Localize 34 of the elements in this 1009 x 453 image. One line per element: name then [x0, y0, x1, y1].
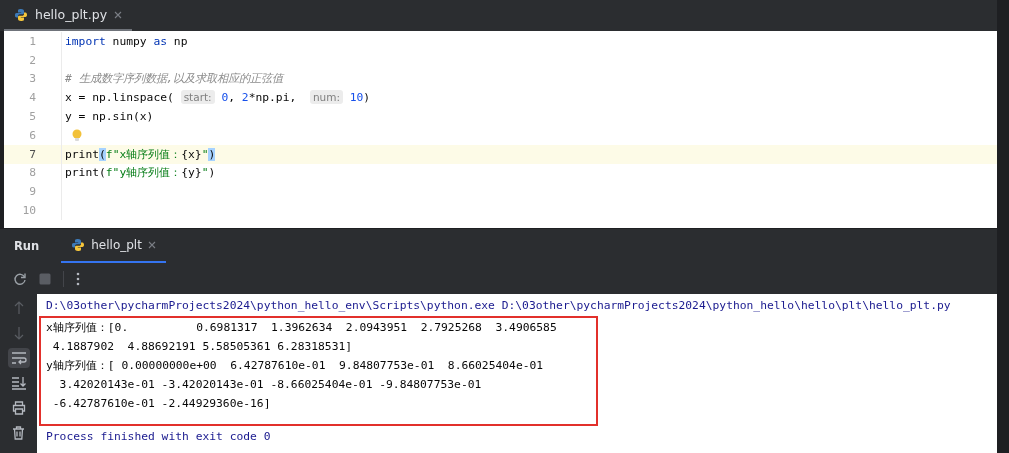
line-number: 4: [28, 91, 36, 105]
console-output-line: -6.42787610e-01 -2.44929360e-16]: [51, 396, 272, 412]
code-line: print(f"x轴序列值：{x}"): [64, 146, 216, 162]
trash-icon[interactable]: [12, 426, 25, 440]
close-icon[interactable]: [147, 241, 156, 249]
rerun-icon[interactable]: [13, 271, 27, 286]
code-line: # 生成数字序列数据,以及求取相应的正弦值: [64, 71, 284, 87]
line-number: 9: [28, 185, 36, 199]
console-exit-message: Process finished with exit code 0: [46, 429, 272, 445]
scroll-to-end-icon[interactable]: [10, 376, 27, 390]
code-line: x = np.linspace( start: 0, 2*np.pi, num: 10): [64, 91, 371, 105]
panel-title: Run: [14, 239, 40, 253]
run-tab[interactable]: hello_plt: [61, 229, 166, 263]
console-command: D:\03other\pycharmProjects2024\python_hello_env\Scripts\python.exe D:\03other\pycharmProjects2024\python_hello\hello\plt\hello_plt.py: [46, 298, 952, 314]
console-output-line: y轴序列值：[ 0.00000000e+00 6.42787610e-01 9.84807753e-01 8.66025404e-01: [46, 358, 545, 374]
close-icon[interactable]: [114, 10, 123, 19]
line-number: 3: [28, 72, 36, 86]
line-number: 6: [28, 128, 36, 142]
code-line: y = np.sin(x): [64, 110, 154, 124]
code-line: import numpy as np: [64, 34, 188, 48]
line-number: 8: [28, 166, 36, 180]
printer-icon[interactable]: [11, 401, 26, 415]
line-number: 5: [28, 110, 36, 124]
python-icon: [71, 238, 86, 252]
code-line: print(f"y轴序列值：{y}"): [64, 165, 216, 181]
console-output-line: x轴序列值：[0. 0.6981317 1.3962634 2.0943951 2.7925268 3.4906585: [46, 320, 558, 336]
line-number: 2: [28, 53, 36, 67]
console-output-line: 3.42020143e-01 -3.42020143e-01 -8.66025404e-01 -9.84807753e-01: [58, 377, 483, 393]
more-icon[interactable]: [76, 271, 80, 286]
python-icon: [14, 7, 28, 22]
line-number: 10: [21, 204, 36, 218]
line-number: 7: [28, 147, 36, 161]
console-output-line: 4.1887902 4.88692191 5.58505361 6.28318531]: [51, 339, 354, 355]
line-number: 1: [28, 34, 36, 48]
